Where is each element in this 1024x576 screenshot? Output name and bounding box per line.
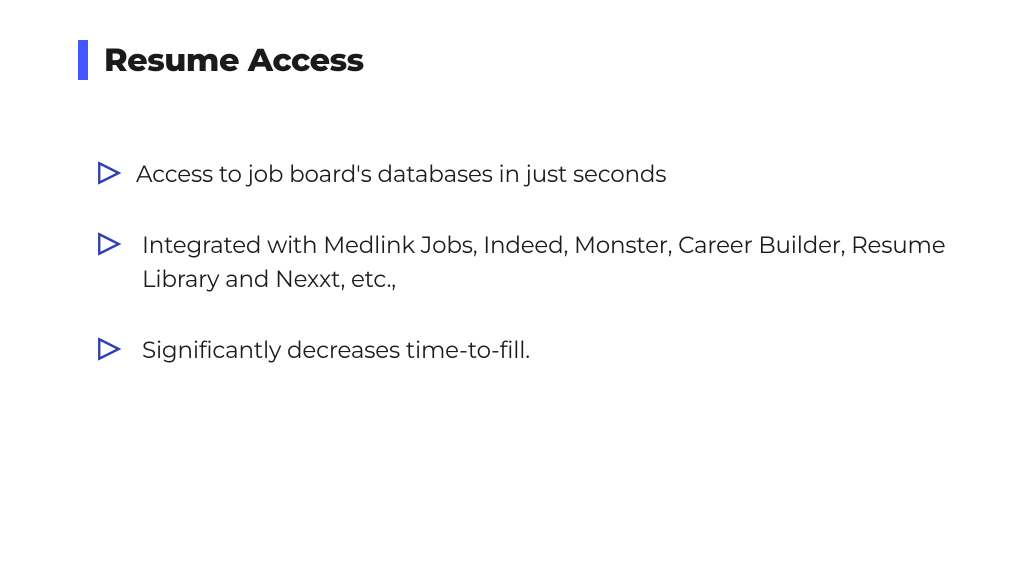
triangle-right-icon <box>96 336 122 362</box>
accent-bar <box>78 40 88 80</box>
list-item-text: Significantly decreases time-to-fill. <box>142 334 530 367</box>
bullet-list: Access to job board's databases in just … <box>96 158 954 405</box>
list-item: Significantly decreases time-to-fill. <box>96 334 954 367</box>
list-item-text: Integrated with Medlink Jobs, Indeed, Mo… <box>142 229 954 296</box>
list-item: Integrated with Medlink Jobs, Indeed, Mo… <box>96 229 954 296</box>
slide-title: Resume Access <box>104 41 364 80</box>
triangle-right-icon <box>96 231 122 257</box>
slide-header: Resume Access <box>78 40 364 80</box>
list-item-text: Access to job board's databases in just … <box>136 158 666 191</box>
triangle-right-icon <box>96 160 122 186</box>
list-item: Access to job board's databases in just … <box>96 158 954 191</box>
